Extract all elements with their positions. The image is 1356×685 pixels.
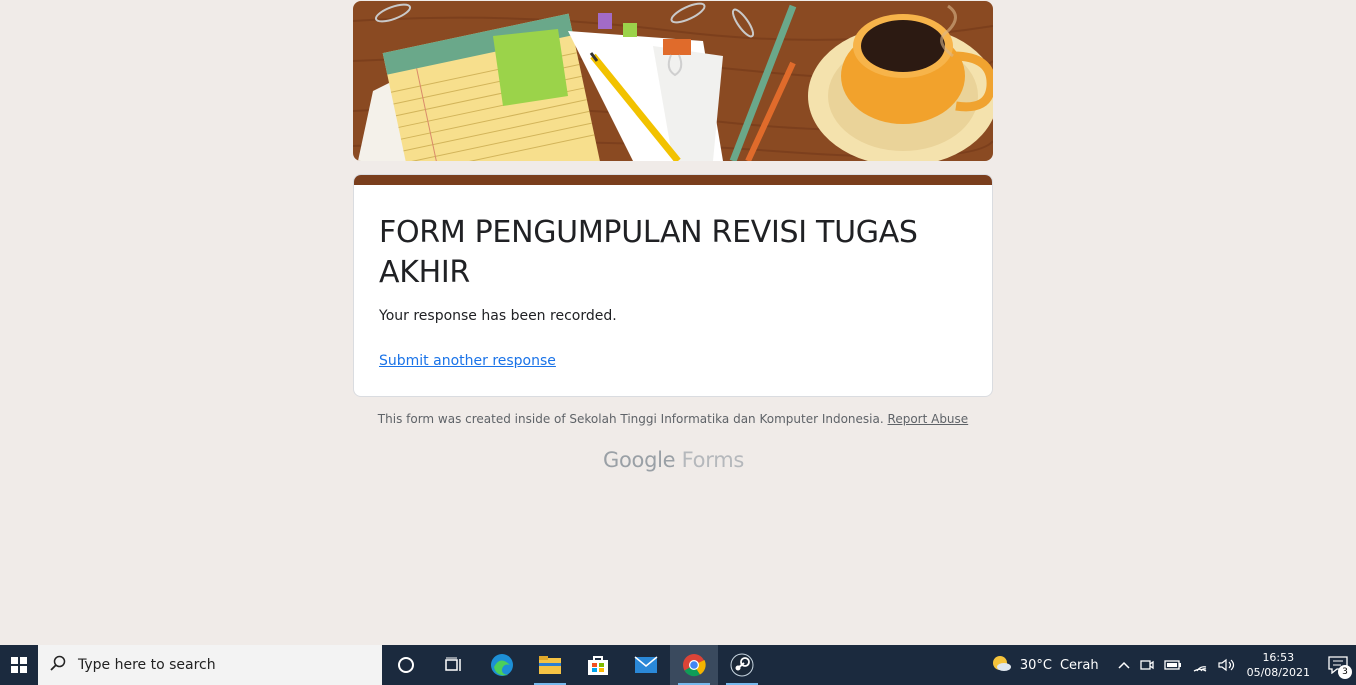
card-accent-bar: [354, 175, 992, 185]
volume-icon[interactable]: [1217, 658, 1236, 672]
weather-description: Cerah: [1059, 657, 1099, 673]
desk-illustration: [353, 1, 993, 161]
weather-temperature: 30°C: [1019, 657, 1052, 673]
logo-google-text: Google: [603, 448, 676, 472]
form-title: FORM PENGUMPULAN REVISI TUGAS AKHIR: [379, 215, 918, 290]
notification-count-badge: 3: [1338, 665, 1352, 679]
chrome-icon[interactable]: [670, 645, 718, 685]
submit-another-response-link[interactable]: Submit another response: [379, 353, 556, 369]
clock-date: 05/08/2021: [1246, 666, 1310, 679]
search-icon: [50, 655, 66, 675]
edge-icon[interactable]: [478, 645, 526, 685]
taskbar-search-box[interactable]: Type here to search: [38, 645, 382, 685]
weather-widget[interactable]: 30°C Cerah: [990, 654, 1099, 676]
windows-start-icon[interactable]: [0, 645, 38, 685]
weather-sun-icon: [990, 654, 1012, 676]
file-explorer-icon[interactable]: [526, 645, 574, 685]
notification-center-icon[interactable]: 3: [1320, 645, 1356, 685]
battery-icon[interactable]: [1163, 660, 1182, 670]
wifi-icon[interactable]: [1192, 658, 1208, 672]
logo-forms-text: Forms: [681, 448, 745, 472]
task-view-icon[interactable]: [430, 645, 478, 685]
meet-now-icon[interactable]: [1139, 658, 1154, 672]
confirmation-message: Your response has been recorded.: [379, 308, 617, 324]
taskbar-clock[interactable]: 16:53 05/08/2021: [1247, 650, 1310, 680]
report-abuse-link[interactable]: Report Abuse: [888, 412, 969, 426]
response-card: FORM PENGUMPULAN REVISI TUGAS AKHIR Your…: [353, 174, 993, 397]
google-forms-logo[interactable]: Google Forms: [603, 448, 744, 472]
windows-taskbar: Type here to search 30°C Cerah 16:53 05/…: [0, 645, 1356, 685]
form-footer-note: This form was created inside of Sekolah …: [353, 412, 993, 426]
store-icon[interactable]: [574, 645, 622, 685]
mail-icon[interactable]: [622, 645, 670, 685]
form-header-banner: [353, 1, 993, 161]
created-inside-text: This form was created inside of Sekolah …: [377, 412, 884, 426]
search-placeholder: Type here to search: [78, 657, 216, 673]
clock-time: 16:53: [1262, 651, 1295, 664]
system-tray: 30°C Cerah 16:53 05/08/2021 3: [985, 645, 1356, 685]
chevron-up-icon[interactable]: [1118, 661, 1130, 669]
cortana-icon[interactable]: [382, 645, 430, 685]
steam-icon[interactable]: [718, 645, 766, 685]
